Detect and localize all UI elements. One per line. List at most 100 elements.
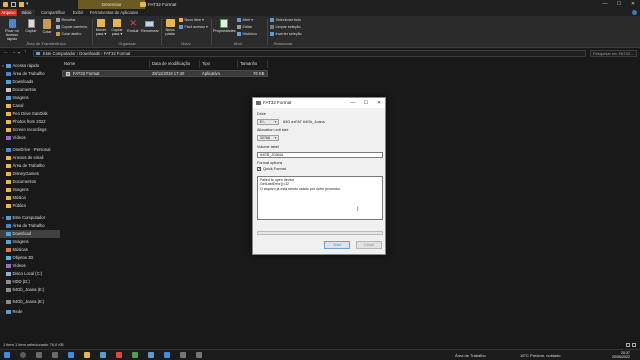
tab-share[interactable]: Compartilhar [38,9,68,16]
pin-quick-access-button[interactable]: Fixar no Acesso rápido [2,19,22,42]
forward-arrow-icon[interactable]: → [11,49,17,55]
nav-item-public[interactable]: Público [6,202,58,210]
taskbar-app-icon[interactable] [100,352,106,358]
dialog-minimize-button[interactable]: — [347,98,359,108]
allocation-unit-select[interactable]: 32768 ▼ [257,135,279,141]
nav-item-downloads[interactable]: Downloads [6,78,58,86]
copy-button[interactable]: Copiar [24,19,38,33]
task-view-icon[interactable] [36,352,42,358]
system-clock[interactable]: 20:37 20/06/2022 [612,351,630,360]
address-input[interactable]: Este Computador › Downloads › FAT32 Form… [33,49,586,57]
edit-button[interactable]: Editar [237,25,252,30]
move-to-button[interactable]: Mover para ▾ [94,19,108,36]
nav-item-onedrive-music[interactable]: Música [6,194,58,202]
context-tab-manage[interactable]: Gerenciar [78,0,145,9]
copy-path-button[interactable]: Copiar caminho [56,25,87,30]
column-header-size[interactable]: Tamanho [238,60,268,68]
nav-item-pc-music[interactable]: Músicas [6,246,58,254]
taskbar-app-icon[interactable] [116,352,122,358]
nav-item-onedrive[interactable]: › OneDrive - Personal [2,146,58,154]
invert-selection-button[interactable]: Inverter seleção [270,32,302,37]
column-header-name[interactable]: Nome [62,60,150,68]
weather-widget[interactable]: 16°C Predom. nublado [520,350,561,360]
paste-button[interactable]: Colar [40,19,54,34]
taskbar-app-icon[interactable] [52,352,58,358]
nav-item-pc-download[interactable]: Download [0,230,60,238]
taskbar-app-icon[interactable] [180,352,186,358]
nav-item-3d-objects[interactable]: Objetos 3D [6,254,58,262]
rename-button[interactable]: Renomear [141,19,159,33]
quick-access-dropdown-icon[interactable]: ▾ [26,1,29,7]
nav-item-desktop[interactable]: Área de Trabalho [6,70,58,78]
close-button[interactable]: ✕ [626,0,640,9]
tab-file[interactable]: Arquivo [0,9,17,16]
nav-item-onedrive-pictures[interactable]: Imagens [6,186,58,194]
drive-select[interactable]: E:\ ▼ [257,119,279,125]
new-item-button[interactable]: Novo item ▾ [179,18,204,23]
nav-item-onedrive-documents[interactable]: Documentos [6,178,58,186]
nav-item-local-disk-c[interactable]: Disco Local (C:) [6,270,58,278]
up-arrow-icon[interactable]: ↑ [24,49,27,55]
dialog-close-button[interactable]: ✕ [373,98,385,108]
paste-shortcut-button[interactable]: Colar atalho [56,32,81,37]
taskbar-app-icon[interactable] [68,352,74,358]
nav-item-canal[interactable]: Canal [6,102,58,110]
table-row[interactable]: FAT32 Format 28/11/2019 17:40 Aplicativo… [62,70,268,77]
history-button[interactable]: Histórico [237,32,257,37]
column-header-date[interactable]: Data de modificação [150,60,200,68]
file-explorer-icon[interactable] [84,352,90,358]
close-dialog-button[interactable]: Close [356,241,382,249]
nav-item-pc-videos[interactable]: Vídeos [6,262,58,270]
minimize-button[interactable]: — [598,0,612,9]
new-folder-button[interactable]: Nova pasta [163,19,177,36]
quick-format-checkbox[interactable]: ✓ [257,167,261,171]
nav-item-usb-e[interactable]: 64Gb_Joana (E:) [6,286,58,294]
taskbar-app-icon[interactable] [148,352,154,358]
properties-button[interactable]: Propriedades [213,19,236,33]
start-button[interactable]: Start [324,241,350,249]
back-arrow-icon[interactable]: ← [3,49,9,55]
recent-locations-icon[interactable]: ▾ [18,50,20,55]
nav-item-this-pc[interactable]: ▾ Este Computador [2,214,58,222]
desktop-toolbar-label[interactable]: Área de Trabalho [455,350,486,360]
maximize-button[interactable]: ☐ [612,0,626,9]
nav-item-onedrive-desktop[interactable]: Área de Trabalho [6,162,58,170]
new-folder-quick-icon[interactable] [19,2,24,7]
column-header-type[interactable]: Tipo [200,60,238,68]
help-icon[interactable] [632,10,637,15]
nav-item-photos-2022[interactable]: Photos from 2022 [6,118,58,126]
nav-item-disneygames[interactable]: DisneyGames [6,170,58,178]
nav-item-pictures[interactable]: Imagens [6,94,58,102]
nav-item-pendrive[interactable]: Pen Drive SanDisk [6,110,58,118]
nav-item-quick-access[interactable]: ▾ Acesso rápido [2,62,58,70]
nav-item-pc-pictures[interactable]: Imagens [6,238,58,246]
volume-label-input[interactable]: 64GB_JOANA [257,152,383,158]
search-icon[interactable] [20,352,26,358]
tab-home[interactable]: Início [18,9,35,16]
details-view-icon[interactable] [626,343,630,347]
start-windows-icon[interactable] [4,352,10,358]
fat32-format-taskbar-icon[interactable] [196,352,202,358]
nav-item-usb-e-root[interactable]: › 64Gb_Joana (E:) [2,298,58,306]
copy-to-button[interactable]: Copiar para ▾ [110,19,124,36]
large-icons-view-icon[interactable] [632,343,636,347]
dialog-maximize-button[interactable]: ☐ [360,98,372,108]
nav-item-documents[interactable]: Documentos [6,86,58,94]
taskbar-app-icon[interactable] [164,352,170,358]
select-all-button[interactable]: Selecionar tudo [270,18,301,23]
cut-button[interactable]: Recortar [56,18,76,23]
properties-quick-icon[interactable] [11,2,16,7]
nav-item-email-attachments[interactable]: Anexos de email [6,154,58,162]
easy-access-button[interactable]: Fácil acesso ▾ [179,25,208,30]
search-input[interactable]: Pesquisar em FAT32... [590,49,637,57]
tab-app-tools[interactable]: Ferramentas de Aplicativo [88,9,140,16]
tab-view[interactable]: Exibir [70,9,86,16]
taskbar-app-icon[interactable] [132,352,138,358]
nav-item-videos[interactable]: Vídeos [6,134,58,142]
nav-item-hdd-d[interactable]: HDD (D:) [6,278,58,286]
nav-item-screen-recordings[interactable]: Screen recordings [6,126,58,134]
select-none-button[interactable]: Limpar seleção [270,25,301,30]
nav-item-pc-desktop[interactable]: Área de Trabalho [6,222,58,230]
delete-button[interactable]: ✕ Excluir [126,19,140,34]
nav-item-network[interactable]: › Rede [2,308,58,316]
